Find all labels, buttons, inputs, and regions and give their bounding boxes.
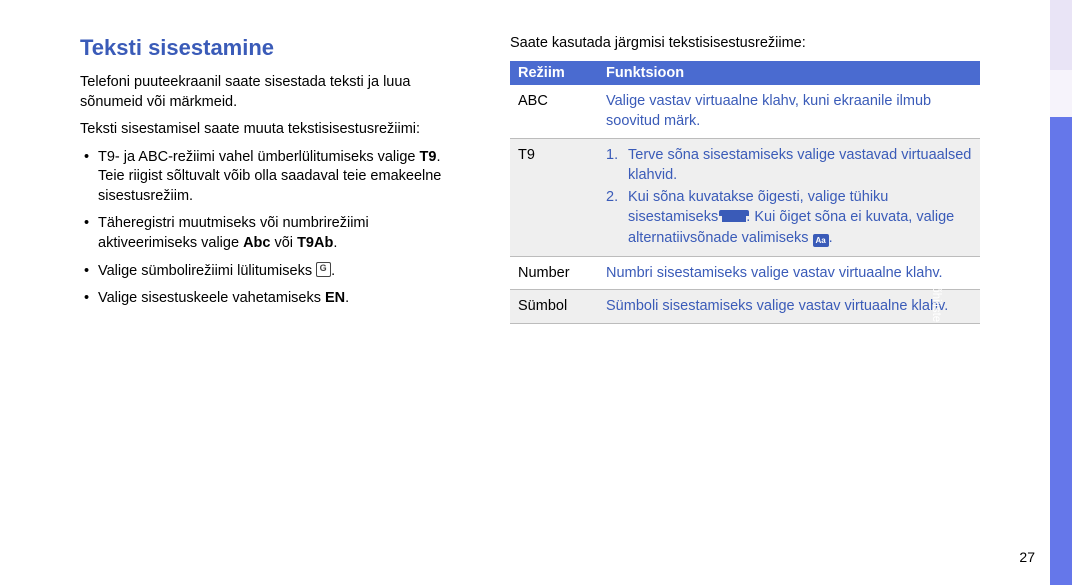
list-item: Valige sümbolirežiimi lülitumiseks .: [80, 262, 455, 282]
list-item: Täheregistri muutmiseks või numbrirežiim…: [80, 214, 455, 253]
alternatives-icon: Aa: [813, 234, 829, 247]
side-tab: põhiliste funktsioonide kasutamine: [1050, 0, 1072, 585]
section-title: Teksti sisestamine: [80, 35, 455, 61]
intro-para-2: Teksti sisestamisel saate muuta tekstisi…: [80, 120, 455, 140]
table-intro: Saate kasutada järgmisi tekstisisestusre…: [510, 35, 980, 51]
mode-change-list: T9- ja ABC-režiimi vahel ümberlülitumise…: [80, 148, 455, 309]
header-func: Funktsioon: [598, 61, 980, 85]
modes-table: Režiim Funktsioon ABC Valige vastav virt…: [510, 61, 980, 324]
intro-para-1: Telefoni puuteekraanil saate sisestada t…: [80, 73, 455, 112]
left-column: Teksti sisestamine Telefoni puuteekraani…: [80, 35, 510, 565]
list-item: T9- ja ABC-režiimi vahel ümberlülitumise…: [80, 148, 455, 207]
table-row: Number Numbri sisestamiseks valige vasta…: [510, 257, 980, 290]
side-tab-label: põhiliste funktsioonide kasutamine: [930, 280, 942, 500]
page-number: 27: [1019, 549, 1035, 565]
space-icon: [722, 210, 746, 222]
table-row: ABC Valige vastav virtuaalne klahv, kuni…: [510, 85, 980, 138]
table-row: T9 1.Terve sõna sisestamiseks valige vas…: [510, 138, 980, 256]
list-item: Valige sisestuskeele vahetamiseks EN.: [80, 289, 455, 309]
symbol-mode-icon: [316, 262, 331, 277]
table-row: Sümbol Sümboli sisestamiseks valige vast…: [510, 290, 980, 323]
right-column: Saate kasutada järgmisi tekstisisestusre…: [510, 35, 980, 565]
header-mode: Režiim: [510, 61, 598, 85]
